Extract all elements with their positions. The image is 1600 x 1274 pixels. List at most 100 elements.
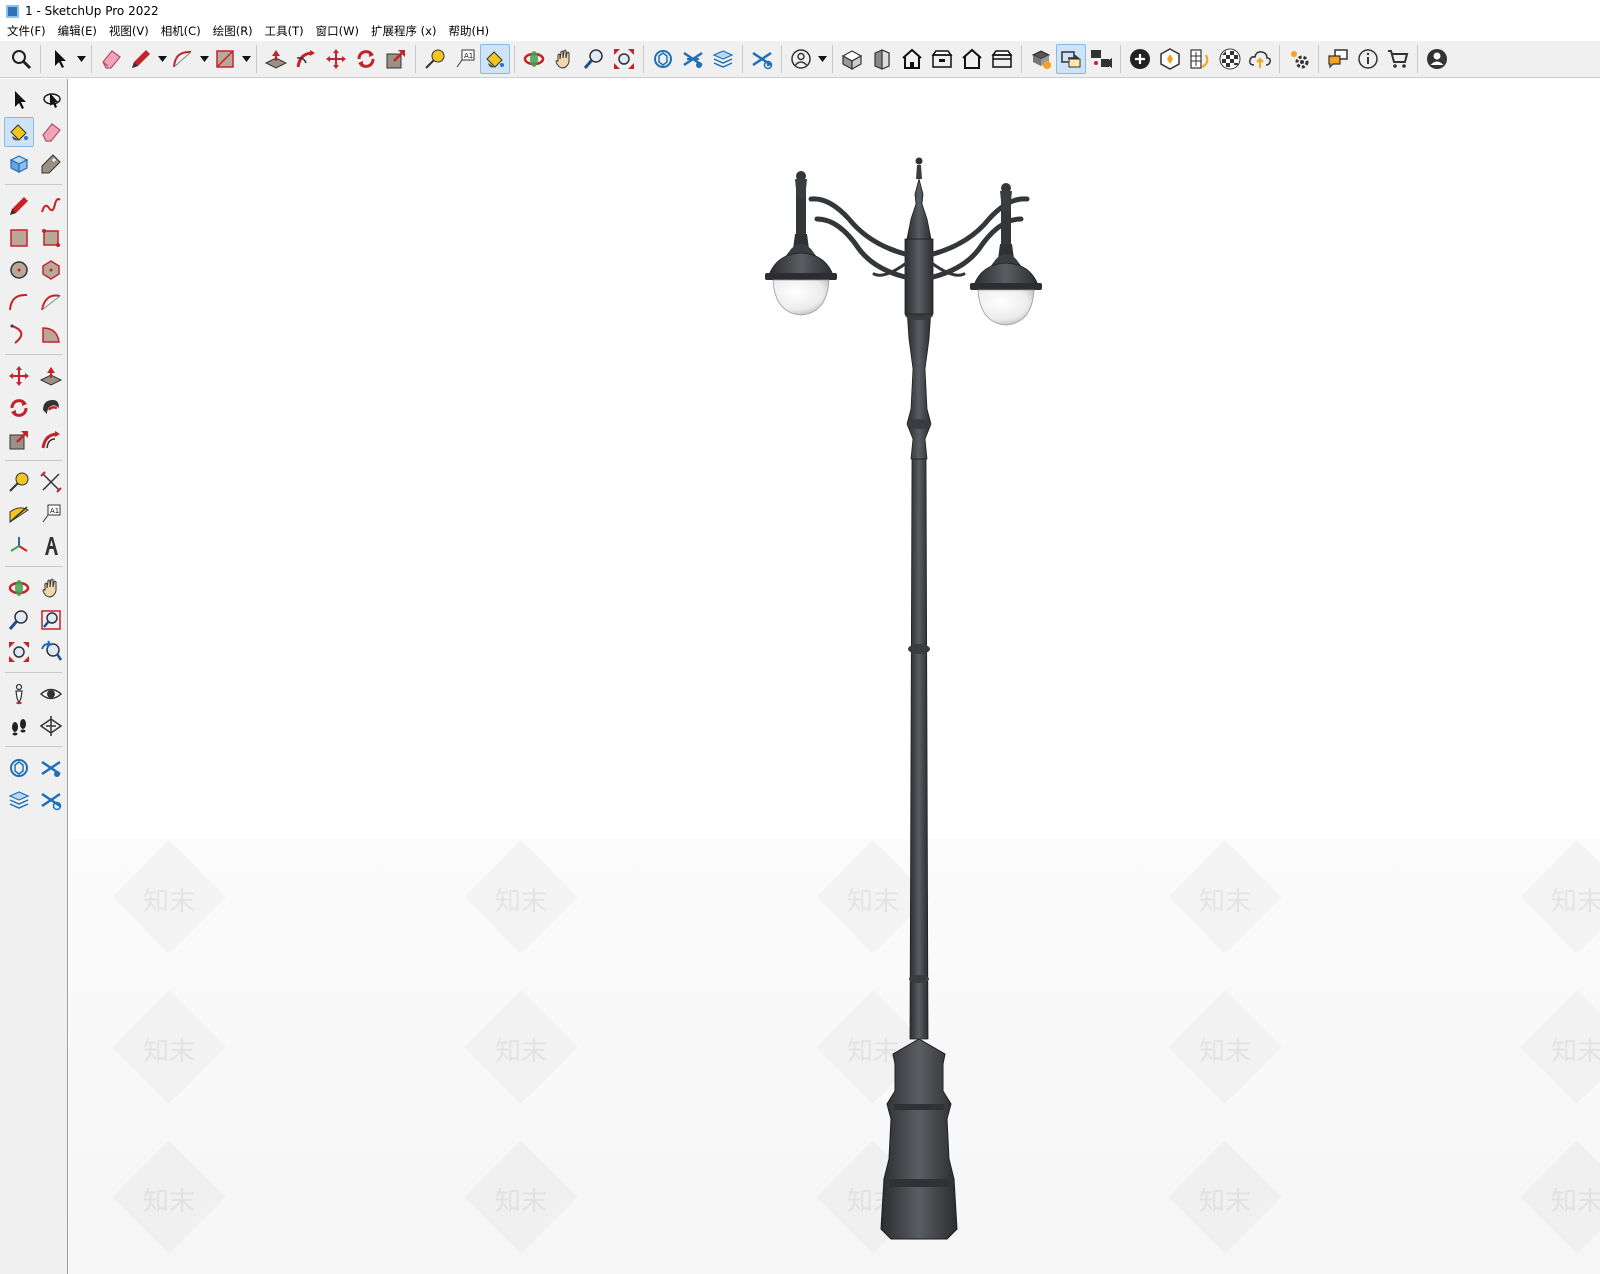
push-pull-icon[interactable] (36, 361, 66, 391)
menu-draw[interactable]: 绘图(R) (207, 23, 259, 39)
texture-icon[interactable] (1215, 44, 1245, 74)
two-point-arc-icon[interactable] (36, 287, 66, 317)
polygon-icon[interactable] (36, 255, 66, 285)
arc-icon[interactable] (4, 287, 34, 317)
push-pull-icon[interactable] (261, 44, 291, 74)
pencil-line-icon[interactable] (4, 191, 34, 221)
zoom-icon[interactable] (4, 605, 34, 635)
rectangle-icon[interactable] (210, 44, 240, 74)
solar-icon[interactable] (1185, 44, 1215, 74)
messages-icon[interactable] (1323, 44, 1353, 74)
street-lamp-model[interactable] (69, 79, 1600, 1274)
rectangle-icon[interactable] (4, 223, 34, 253)
model-info-icon[interactable] (4, 753, 34, 783)
follow-me-icon[interactable] (291, 44, 321, 74)
select-arrow-icon[interactable] (4, 85, 34, 115)
pan-hand-icon[interactable] (36, 573, 66, 603)
zoom-extents-icon[interactable] (4, 637, 34, 667)
materials-icon[interactable] (1056, 44, 1086, 74)
tag-tool-icon[interactable] (36, 149, 66, 179)
add-icon[interactable] (1125, 44, 1155, 74)
tape-measure-icon[interactable] (420, 44, 450, 74)
tape-measure-icon[interactable] (4, 467, 34, 497)
rotated-rectangle-icon[interactable] (36, 223, 66, 253)
move-icon[interactable] (321, 44, 351, 74)
eraser-icon[interactable] (96, 44, 126, 74)
zoom-icon[interactable] (579, 44, 609, 74)
text-label-icon[interactable]: A1 (450, 44, 480, 74)
settings-gear-icon[interactable] (1284, 44, 1314, 74)
menu-camera[interactable]: 相机(C) (155, 23, 207, 39)
look-around-icon[interactable] (36, 679, 66, 709)
left-view-icon[interactable] (987, 44, 1017, 74)
back-view-icon[interactable] (957, 44, 987, 74)
user-avatar-icon[interactable] (1422, 44, 1452, 74)
paint-bucket-icon[interactable] (480, 44, 510, 74)
menu-file[interactable]: 文件(F) (0, 23, 52, 39)
paint-bucket-icon[interactable] (4, 117, 34, 147)
dimension-icon[interactable] (36, 467, 66, 497)
3d-text-icon[interactable] (36, 531, 66, 561)
lasso-select-icon[interactable] (36, 85, 66, 115)
layers-icon[interactable] (36, 753, 66, 783)
front-view-icon[interactable] (867, 44, 897, 74)
menu-extensions[interactable]: 扩展程序 (x) (365, 23, 442, 39)
select-arrow-icon[interactable] (45, 44, 75, 74)
freehand-icon[interactable] (36, 191, 66, 221)
search-icon[interactable] (6, 44, 36, 74)
right-view-icon[interactable] (927, 44, 957, 74)
scale-icon[interactable] (381, 44, 411, 74)
pan-hand-icon[interactable] (549, 44, 579, 74)
rotate-icon[interactable] (4, 393, 34, 423)
section-plane-icon[interactable] (36, 711, 66, 741)
offset-icon[interactable] (36, 425, 66, 455)
zoom-extents-icon[interactable] (609, 44, 639, 74)
move-icon[interactable] (4, 361, 34, 391)
text-label-icon[interactable]: A1 (36, 499, 66, 529)
arc-icon[interactable] (168, 44, 198, 74)
position-camera-icon[interactable] (4, 679, 34, 709)
model-info-icon[interactable] (648, 44, 678, 74)
chevron-down-icon[interactable] (240, 44, 252, 74)
top-view-icon[interactable] (897, 44, 927, 74)
eraser-icon[interactable] (36, 117, 66, 147)
orbit-icon[interactable] (519, 44, 549, 74)
chevron-down-icon[interactable] (156, 44, 168, 74)
previous-view-icon[interactable] (36, 637, 66, 667)
protractor-icon[interactable] (4, 499, 34, 529)
menu-tools[interactable]: 工具(T) (259, 23, 310, 39)
styles-icon[interactable] (747, 44, 777, 74)
components-icon[interactable] (1026, 44, 1056, 74)
walk-icon[interactable] (4, 711, 34, 741)
chevron-down-icon[interactable] (816, 44, 828, 74)
info-icon[interactable] (1353, 44, 1383, 74)
three-point-arc-icon[interactable] (4, 319, 34, 349)
zoom-window-icon[interactable] (36, 605, 66, 635)
rotate-icon[interactable] (351, 44, 381, 74)
cloud-upload-icon[interactable] (1245, 44, 1275, 74)
follow-me-icon[interactable] (36, 393, 66, 423)
layers-icon[interactable] (678, 44, 708, 74)
iso-view-icon[interactable] (837, 44, 867, 74)
chevron-down-icon[interactable] (198, 44, 210, 74)
tags-icon[interactable] (4, 785, 34, 815)
orbit-icon[interactable] (4, 573, 34, 603)
scenes-icon[interactable] (1086, 44, 1116, 74)
axes-icon[interactable] (4, 531, 34, 561)
scale-icon[interactable] (4, 425, 34, 455)
styles-icon[interactable] (36, 785, 66, 815)
menu-help[interactable]: 帮助(H) (442, 23, 495, 39)
pie-icon[interactable] (36, 319, 66, 349)
extension-icon[interactable] (1155, 44, 1185, 74)
pencil-line-icon[interactable] (126, 44, 156, 74)
chevron-down-icon[interactable] (75, 44, 87, 74)
menu-window[interactable]: 窗口(W) (310, 23, 365, 39)
account-icon[interactable] (786, 44, 816, 74)
menu-view[interactable]: 视图(V) (103, 23, 155, 39)
cart-icon[interactable] (1383, 44, 1413, 74)
menu-edit[interactable]: 编辑(E) (52, 23, 103, 39)
make-component-icon[interactable] (4, 149, 34, 179)
drawing-viewport[interactable]: 知末 知末 知末 知末 知末 知末 知末 知末 知末 知末 知末 知末 知末 知末 知末 (69, 79, 1600, 1274)
tags-icon[interactable] (708, 44, 738, 74)
circle-icon[interactable] (4, 255, 34, 285)
